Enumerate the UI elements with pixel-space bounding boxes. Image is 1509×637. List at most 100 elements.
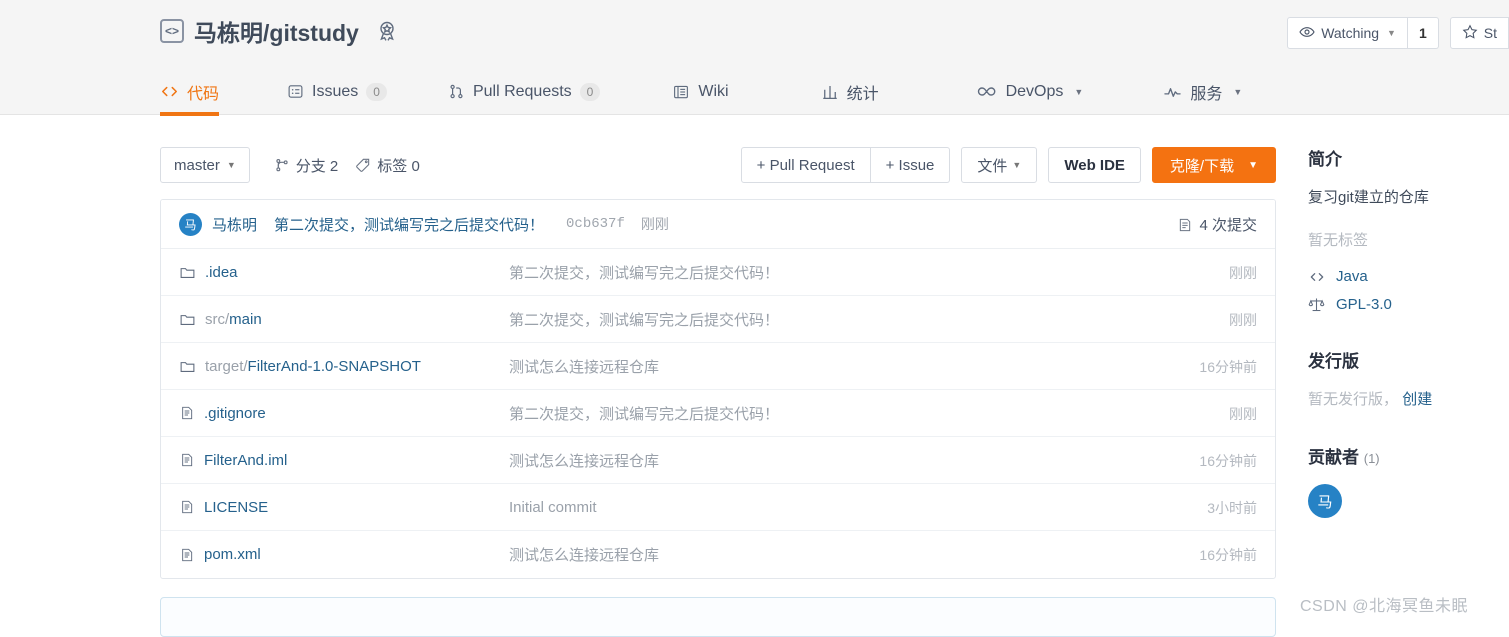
repo-description: 复习git建立的仓库 [1308, 189, 1429, 206]
watch-label: Watching [1321, 25, 1380, 41]
tab-services-label: 服务 [1190, 85, 1223, 103]
table-row[interactable]: target/FilterAnd-1.0-SNAPSHOT 测试怎么连接远程仓库 1… [161, 343, 1275, 390]
file-name-cell: .idea [179, 264, 509, 281]
file-name-cell: FilterAnd.iml [179, 452, 509, 469]
file-icon [179, 452, 195, 468]
releases-section: 发行版 暂无发行版， 创建 [1308, 347, 1509, 409]
avatar[interactable]: 马 [179, 212, 202, 236]
clone-download-label: 克隆/下载 [1169, 157, 1235, 175]
commit-author[interactable]: 马栋明 [212, 214, 257, 235]
files-button[interactable]: 文件 ▼ [961, 147, 1038, 183]
file-link[interactable]: .idea [205, 264, 238, 281]
tags-link[interactable]: 标签 0 [355, 155, 420, 176]
code-icon [1308, 269, 1325, 285]
commit-time: 刚刚 [640, 216, 669, 232]
star-label: St [1483, 25, 1497, 41]
tab-statistics-label: 统计 [846, 85, 879, 103]
contributor-avatar[interactable]: 马 [1308, 484, 1342, 518]
tab-devops[interactable]: DevOps ▼ [977, 68, 1084, 115]
file-name-cell: LICENSE [179, 499, 509, 516]
file-link[interactable]: .gitignore [204, 405, 266, 422]
file-commit-message[interactable]: 第二次提交，测试编写完之后提交代码！ [509, 403, 779, 424]
folder-icon [179, 358, 196, 375]
watermark: CSDN @北海冥鱼未眠 [1300, 598, 1469, 615]
tab-code[interactable]: 代码 [160, 68, 220, 116]
releases-empty-row: 暂无发行版， 创建 [1308, 388, 1509, 409]
table-row[interactable]: FilterAnd.iml 测试怎么连接远程仓库 16分钟前 [161, 437, 1275, 484]
file-icon [179, 499, 195, 515]
contributors-section: 贡献者 (1) 马 [1308, 443, 1509, 518]
file-commit-time: 刚刚 [1229, 311, 1257, 328]
star-button[interactable]: St [1449, 17, 1509, 49]
file-link[interactable]: pom.xml [204, 546, 261, 563]
tab-pull-requests-count: 0 [579, 82, 601, 101]
file-name: .gitignore [204, 404, 266, 422]
file-commit-message[interactable]: 第二次提交，测试编写完之后提交代码！ [509, 309, 779, 330]
watch-button[interactable]: Watching ▼ [1287, 17, 1408, 49]
commit-sha[interactable]: 0cb637f [566, 216, 625, 232]
active-tab-underline [160, 112, 220, 116]
about-title: 简介 [1308, 150, 1342, 169]
chevron-down-icon: ▼ [1387, 28, 1396, 38]
file-link[interactable]: target/FilterAnd-1.0-SNAPSHOT [205, 358, 421, 375]
language-row[interactable]: Java [1308, 268, 1509, 285]
tab-issues-label: Issues [312, 82, 359, 100]
tab-wiki[interactable]: Wiki [672, 68, 729, 115]
table-row[interactable]: src/main 第二次提交，测试编写完之后提交代码！ 刚刚 [161, 296, 1275, 343]
repo-header: <> 马栋明/gitstudy [160, 14, 399, 48]
file-commit-message[interactable]: 测试怎么连接远程仓库 [509, 356, 659, 377]
table-row[interactable]: LICENSE Initial commit 3小时前 [161, 484, 1275, 531]
commit-message[interactable]: 第二次提交，测试编写完之后提交代码！ [274, 214, 544, 235]
repo-name[interactable]: gitstudy [269, 20, 358, 46]
tab-pull-requests[interactable]: Pull Requests 0 [448, 68, 601, 115]
file-commit-message[interactable]: 测试怎么连接远程仓库 [509, 544, 659, 565]
clone-download-button[interactable]: 克隆/下载 ▼ [1151, 147, 1276, 183]
tag-icon [355, 157, 371, 173]
pull-request-icon [448, 83, 465, 100]
file-name: FilterAnd.iml [204, 451, 288, 469]
table-row[interactable]: pom.xml 测试怎么连接远程仓库 16分钟前 [161, 531, 1275, 578]
award-badge-icon[interactable] [375, 19, 399, 43]
new-issue-button[interactable]: + Issue [870, 147, 951, 183]
page-title: 马栋明/gitstudy [194, 14, 359, 48]
branches-link[interactable]: 分支 2 [274, 155, 339, 176]
watch-count[interactable]: 1 [1407, 17, 1439, 49]
file-link[interactable]: LICENSE [204, 499, 268, 516]
file-commit-time: 16分钟前 [1199, 546, 1257, 563]
main-content: master ▼ 分支 2 标签 0 + Pull Request + Issu… [160, 145, 1276, 637]
repo-owner[interactable]: 马栋明 [194, 20, 263, 46]
tab-issues[interactable]: Issues 0 [287, 68, 387, 115]
tab-services[interactable]: 服务 ▼ [1163, 68, 1242, 115]
table-row[interactable]: .gitignore 第二次提交，测试编写完之后提交代码！ 刚刚 [161, 390, 1275, 437]
repo-toolbar: master ▼ 分支 2 标签 0 + Pull Request + Issu… [160, 145, 1276, 185]
license-row[interactable]: GPL-3.0 [1308, 296, 1509, 313]
table-row[interactable]: .idea 第二次提交，测试编写完之后提交代码！ 刚刚 [161, 249, 1275, 296]
contributors-title-text: 贡献者 [1308, 448, 1359, 467]
file-path-prefix: target/ [205, 357, 248, 375]
branch-selector[interactable]: master ▼ [160, 147, 250, 183]
file-name-cell: .gitignore [179, 405, 509, 422]
nav-tabs: 代码 Issues 0 Pull Requests 0 Wiki 统计 DevO… [160, 68, 1242, 116]
web-ide-button[interactable]: Web IDE [1048, 147, 1141, 183]
file-name-cell: target/FilterAnd-1.0-SNAPSHOT [179, 358, 509, 375]
tab-statistics[interactable]: 统计 [821, 68, 879, 115]
file-commit-message[interactable]: 第二次提交，测试编写完之后提交代码！ [509, 262, 779, 283]
file-path-prefix: src/ [205, 310, 230, 328]
code-icon [160, 82, 179, 101]
file-link[interactable]: FilterAnd.iml [204, 452, 287, 469]
commits-count-link[interactable]: 4 次提交 [1177, 200, 1257, 249]
latest-commit-bar: 马 马栋明 第二次提交，测试编写完之后提交代码！ 0cb637f 刚刚 4 次提… [161, 200, 1275, 249]
create-release-link[interactable]: 创建 [1402, 391, 1432, 408]
file-commit-time: 16分钟前 [1199, 358, 1257, 375]
contributors-title: 贡献者 (1) [1308, 443, 1509, 468]
file-commit-message[interactable]: 测试怎么连接远程仓库 [509, 450, 659, 471]
language-label: Java [1336, 268, 1368, 285]
branches-label: 分支 2 [295, 157, 339, 175]
file-commit-message[interactable]: Initial commit [509, 499, 597, 516]
file-link[interactable]: src/main [205, 311, 262, 328]
chevron-down-icon: ▼ [1074, 86, 1084, 97]
file-name: LICENSE [204, 498, 269, 516]
tab-pull-requests-label: Pull Requests [472, 82, 572, 100]
file-commit-time: 16分钟前 [1199, 452, 1257, 469]
new-pull-request-button[interactable]: + Pull Request [740, 147, 871, 183]
